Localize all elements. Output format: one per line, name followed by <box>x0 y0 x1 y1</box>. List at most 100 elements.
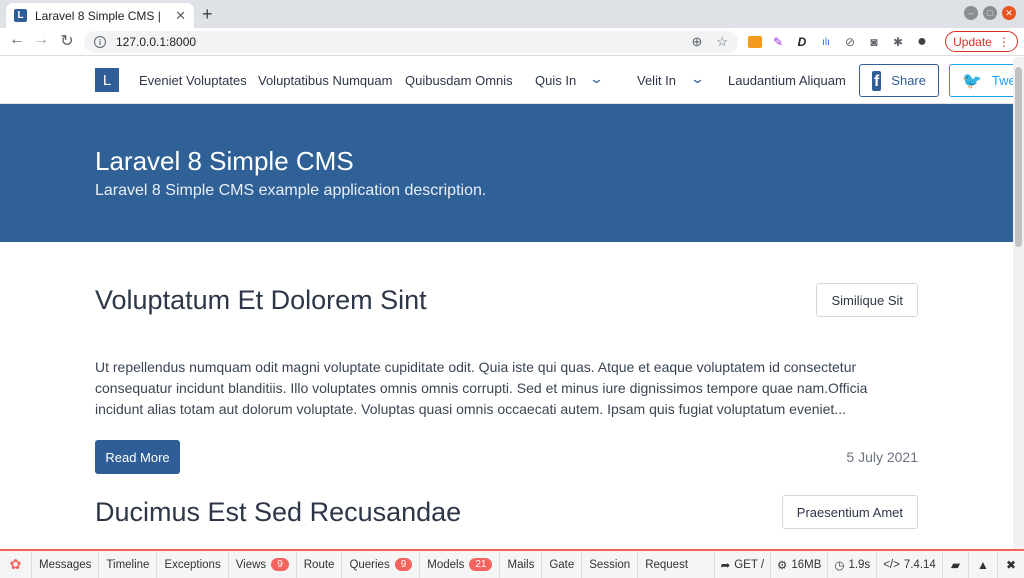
debug-time: 1.9s <box>848 558 871 571</box>
extension-icons: ✎ D ılı ⊘ ◙ ✱ ● <box>748 33 930 50</box>
site-title: Laravel 8 Simple CMS <box>95 146 354 176</box>
ext-circle-icon[interactable]: ⊘ <box>842 34 858 50</box>
debug-tab-route[interactable]: Route <box>297 551 343 578</box>
avatar-icon[interactable]: ● <box>914 33 930 50</box>
browser-toolbar: ← → ↻ i 127.0.0.1:8000 ⊕ ☆ ✎ D ılı ⊘ ◙ ✱… <box>0 28 1024 56</box>
debug-memory-indicator: ⚙ 16MB <box>770 551 827 578</box>
nav-item-eveniet-voluptates[interactable]: Eveniet Voluptates <box>139 73 247 88</box>
debug-tab-label: Views <box>235 558 267 571</box>
site-logo[interactable]: L <box>95 68 119 92</box>
debug-indicators: ➦ GET / ⚙ 16MB ◷ 1.9s </> 7.4.14 ▰ ▲ ✖ <box>713 551 1024 578</box>
maximize-icon[interactable]: □ <box>983 6 997 20</box>
share-arrow-icon: ➦ <box>720 559 731 572</box>
url-text: 127.0.0.1:8000 <box>116 35 197 49</box>
debug-memory: 16MB <box>791 558 822 571</box>
debug-tab-views[interactable]: Views 9 <box>229 551 297 578</box>
debug-php-indicator: </> 7.4.14 <box>876 551 942 578</box>
menu-icon: ⋮ <box>997 34 1010 49</box>
debug-tab-messages[interactable]: Messages <box>32 551 100 578</box>
ext-chart-icon[interactable]: ılı <box>818 34 834 50</box>
post-title[interactable]: Voluptatum Et Dolorem Sint <box>95 285 427 316</box>
debug-tab-label: Session <box>589 558 631 571</box>
debug-count-badge: 9 <box>271 558 289 571</box>
debug-count-badge: 9 <box>394 558 413 571</box>
debug-tab-label: Timeline <box>106 558 150 571</box>
nav-item-voluptatibus-numquam[interactable]: Voluptatibus Numquam <box>258 73 392 88</box>
nav-item-quis-in[interactable]: Quis In <box>535 73 576 88</box>
tab-title: Laravel 8 Simple CMS | Lar <box>35 8 165 23</box>
facebook-share-button[interactable]: f Share <box>859 64 939 97</box>
window-controls: – □ ✕ <box>964 6 1016 20</box>
debug-tab-queries[interactable]: Queries 9 <box>342 551 421 578</box>
site-description: Laravel 8 Simple CMS example application… <box>95 182 487 199</box>
debug-tab-timeline[interactable]: Timeline <box>99 551 158 578</box>
extension-icon[interactable]: ✱ <box>890 34 906 50</box>
debug-php-version: 7.4.14 <box>903 558 936 571</box>
clock-icon: ◷ <box>834 559 845 572</box>
star-icon[interactable]: ☆ <box>716 34 728 50</box>
debug-method: GET / <box>734 558 765 571</box>
debug-tab-label: Messages <box>39 558 92 571</box>
address-bar[interactable]: i 127.0.0.1:8000 ⊕ ☆ <box>84 31 738 53</box>
ext-d-icon[interactable]: D <box>794 34 810 50</box>
site-navbar: L Eveniet Voluptates Voluptatibus Numqua… <box>0 57 1024 104</box>
debug-tab-label: Mails <box>507 558 535 571</box>
chevron-down-icon[interactable]: ⌄ <box>690 71 705 87</box>
debug-tab-label: Models <box>427 558 465 571</box>
debug-tab-label: Request <box>645 558 689 571</box>
debug-tab-label: Route <box>303 558 335 571</box>
debug-tab-session[interactable]: Session <box>582 551 639 578</box>
info-icon[interactable]: i <box>94 36 106 48</box>
nav-item-velit-in[interactable]: Velit In <box>637 73 676 88</box>
back-icon[interactable]: ← <box>6 31 28 49</box>
post-category-button[interactable]: Praesentium Amet <box>781 495 918 529</box>
zoom-icon[interactable]: ⊕ <box>691 34 702 50</box>
hero-banner: Laravel 8 Simple CMS Laravel 8 Simple CM… <box>0 104 1013 242</box>
window-close-icon[interactable]: ✕ <box>1002 6 1016 20</box>
forward-icon[interactable]: → <box>30 31 52 49</box>
page-scrollbar[interactable] <box>1013 57 1024 549</box>
ext-slides-icon[interactable] <box>748 36 762 48</box>
new-tab-icon[interactable]: + <box>202 4 213 25</box>
nav-item-quibusdam-omnis[interactable]: Quibusdam Omnis <box>405 73 513 88</box>
close-tab-icon[interactable]: ✕ <box>175 8 186 24</box>
debugbar: ✿ Messages Timeline Exceptions Views 9 Ro… <box>0 549 1024 578</box>
laravel-logo-icon[interactable]: ✿ <box>0 551 32 578</box>
code-icon: </> <box>883 558 900 571</box>
post-title[interactable]: Ducimus Est Sed Recusandae <box>95 497 461 528</box>
twitter-icon: 🐦 <box>962 72 982 90</box>
debug-tab-models[interactable]: Models 21 <box>420 551 501 578</box>
debug-tab-exceptions[interactable]: Exceptions <box>157 551 229 578</box>
update-label: Update <box>953 34 992 49</box>
minimize-icon[interactable]: – <box>964 6 978 20</box>
omnibox-actions: ⊕ ☆ <box>691 34 728 50</box>
chevron-down-icon[interactable]: ⌄ <box>589 71 604 87</box>
cogs-icon: ⚙ <box>777 559 788 572</box>
update-button[interactable]: Update ⋮ <box>945 31 1018 52</box>
chevron-up-icon[interactable]: ▲ <box>968 551 997 578</box>
scrollbar-thumb[interactable] <box>1015 67 1022 247</box>
debug-time-indicator: ◷ 1.9s <box>827 551 876 578</box>
reload-icon[interactable]: ↻ <box>56 31 78 51</box>
debug-tab-gate[interactable]: Gate <box>542 551 583 578</box>
debug-tab-label: Gate <box>549 558 575 571</box>
browser-tab[interactable]: L Laravel 8 Simple CMS | Lar ✕ <box>6 3 194 28</box>
close-debugbar-icon[interactable]: ✖ <box>996 551 1024 578</box>
read-more-button[interactable]: Read More <box>95 440 180 474</box>
debug-tab-label: Queries <box>349 558 390 571</box>
facebook-share-label: Share <box>891 73 926 88</box>
debug-tab-mails[interactable]: Mails <box>500 551 543 578</box>
folder-open-icon[interactable]: ▰ <box>941 551 968 578</box>
favicon-icon: L <box>14 9 27 22</box>
post-excerpt: Ut repellendus numquam odit magni volupt… <box>95 359 868 417</box>
debug-tab-request[interactable]: Request <box>638 551 695 578</box>
post-date: 5 July 2021 <box>846 449 918 465</box>
post-category-button[interactable]: Similique Sit <box>816 283 918 317</box>
debug-tab-label: Exceptions <box>164 558 221 571</box>
ext-pen-icon[interactable]: ✎ <box>770 34 786 50</box>
ext-camera-icon[interactable]: ◙ <box>866 34 882 50</box>
nav-item-laudantium-aliquam[interactable]: Laudantium Aliquam <box>728 73 846 88</box>
debug-route-indicator[interactable]: ➦ GET / <box>713 551 770 578</box>
debug-count-badge: 21 <box>469 558 493 571</box>
browser-tab-bar: L Laravel 8 Simple CMS | Lar ✕ + – □ ✕ <box>0 0 1024 28</box>
